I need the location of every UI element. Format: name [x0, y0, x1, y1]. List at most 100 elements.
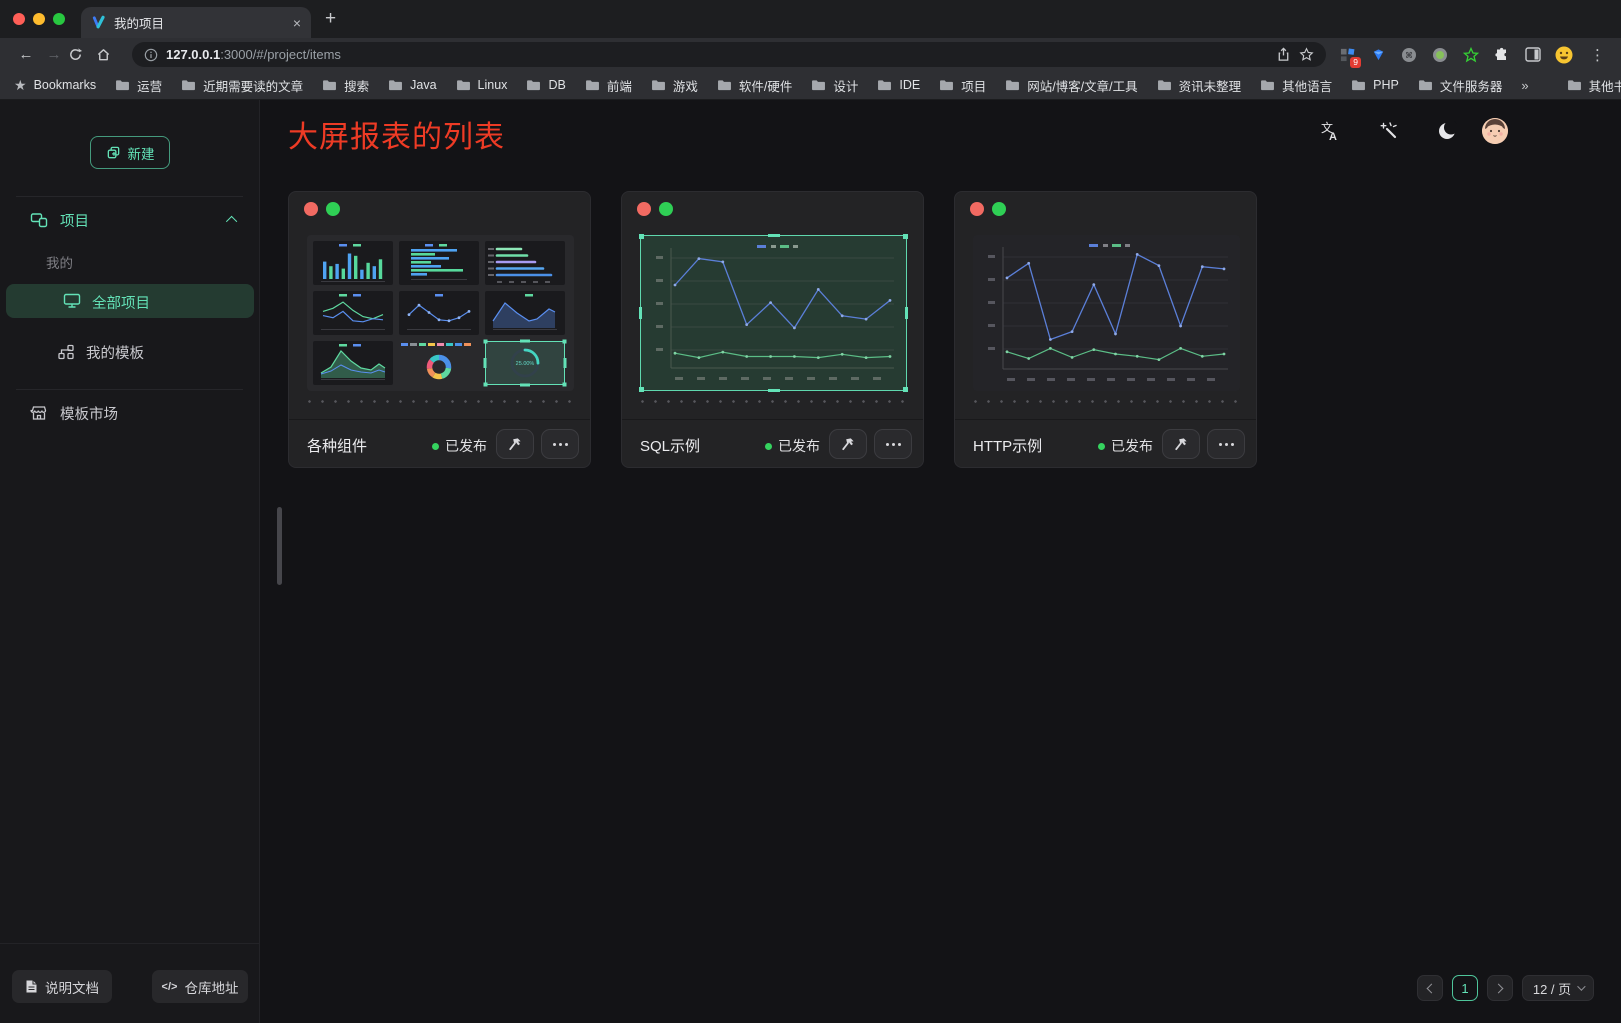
- new-tab-button[interactable]: +: [325, 8, 336, 30]
- user-avatar[interactable]: [1482, 118, 1508, 144]
- extension-star-icon[interactable]: [1462, 46, 1480, 64]
- selection-handle[interactable]: [639, 234, 644, 239]
- project-thumbnail-sql[interactable]: [640, 235, 907, 391]
- next-page-button[interactable]: [1487, 975, 1513, 1001]
- bookmark-folder-frontend[interactable]: 前端: [585, 76, 632, 95]
- bookmark-folder-design[interactable]: 设计: [811, 76, 858, 95]
- bookmark-folder-projects[interactable]: 项目: [939, 76, 986, 95]
- project-card-http[interactable]: HTTP示例 已发布: [954, 191, 1257, 468]
- ellipsis-icon: [886, 443, 901, 446]
- selection-handle[interactable]: [768, 389, 780, 392]
- sidebar-group-project[interactable]: 项目: [0, 204, 259, 236]
- edit-project-button[interactable]: [829, 429, 867, 459]
- other-bookmarks[interactable]: 其他书签: [1567, 76, 1621, 95]
- home-button[interactable]: [96, 47, 124, 62]
- selection-handle[interactable]: [905, 307, 908, 319]
- browser-tab[interactable]: 我的项目 ×: [81, 7, 311, 38]
- more-options-button[interactable]: [541, 429, 579, 459]
- sidebar-item-my-templates[interactable]: 我的模板: [0, 336, 259, 368]
- selection-handle[interactable]: [903, 387, 908, 392]
- new-project-button[interactable]: 新建: [90, 136, 170, 169]
- svg-text:⌘: ⌘: [1405, 51, 1413, 60]
- language-toggle-icon[interactable]: 文A: [1318, 120, 1340, 142]
- bookmark-folder-news[interactable]: 资讯未整理: [1157, 76, 1242, 95]
- more-options-button[interactable]: [874, 429, 912, 459]
- project-thumbnail-http[interactable]: [973, 235, 1240, 391]
- project-screens-icon: [30, 212, 48, 228]
- forward-button[interactable]: →: [40, 46, 68, 63]
- bookmark-folder-php[interactable]: PHP: [1351, 78, 1399, 92]
- share-icon[interactable]: [1276, 47, 1291, 62]
- card-red-dot: [304, 202, 318, 216]
- side-panel-icon[interactable]: [1524, 46, 1542, 64]
- site-info-icon[interactable]: [144, 48, 158, 62]
- browser-menu-icon[interactable]: ⋮: [1590, 46, 1605, 64]
- status-badge: 已发布: [432, 436, 487, 456]
- url-text: 127.0.0.1:3000/#/project/items: [166, 47, 341, 62]
- bookmark-folder-search[interactable]: 搜索: [322, 76, 369, 95]
- dark-mode-moon-icon[interactable]: [1436, 120, 1458, 142]
- main-content: 大屏报表的列表 文A: [261, 100, 1621, 1023]
- bookmark-folder-ide[interactable]: IDE: [877, 78, 920, 92]
- extension-record-icon[interactable]: [1431, 46, 1449, 64]
- back-button[interactable]: ←: [12, 46, 40, 63]
- window-maximize-button[interactable]: [53, 13, 65, 25]
- status-badge: 已发布: [765, 436, 820, 456]
- project-card-various[interactable]: 25.00% 各种组件 已发布: [288, 191, 591, 468]
- project-thumbnail-various[interactable]: 25.00%: [307, 235, 574, 391]
- edit-project-button[interactable]: [496, 429, 534, 459]
- bookmark-folder-yunying[interactable]: 运营: [115, 76, 162, 95]
- sidebar-item-template-market[interactable]: 模板市场: [0, 397, 259, 429]
- bookmark-star-icon[interactable]: [1299, 47, 1314, 62]
- window-minimize-button[interactable]: [33, 13, 45, 25]
- extension-command-icon[interactable]: ⌘: [1400, 46, 1418, 64]
- bookmark-folder-languages[interactable]: 其他语言: [1260, 76, 1332, 95]
- docs-button[interactable]: 说明文档: [12, 970, 112, 1003]
- tab-strip: 我的项目 × +: [0, 0, 1621, 38]
- extensions-puzzle-icon[interactable]: [1493, 46, 1511, 64]
- sidebar-item-all-projects[interactable]: 全部项目: [6, 284, 254, 318]
- tab-close-icon[interactable]: ×: [293, 16, 301, 30]
- bookmarks-overflow-icon[interactable]: »: [1521, 78, 1528, 93]
- chevron-right-icon: [1494, 983, 1504, 993]
- extension-gem-icon[interactable]: [1369, 46, 1387, 64]
- bookmarks-manager[interactable]: ★ Bookmarks: [14, 77, 96, 94]
- bookmark-folder-games[interactable]: 游戏: [651, 76, 698, 95]
- selection-handle[interactable]: [903, 234, 908, 239]
- address-bar[interactable]: 127.0.0.1:3000/#/project/items: [132, 42, 1326, 67]
- chevron-up-icon[interactable]: [226, 216, 237, 227]
- card-footer: HTTP示例 已发布: [955, 419, 1256, 467]
- project-name: SQL示例: [640, 435, 700, 456]
- bookmark-folder-hardware[interactable]: 软件/硬件: [717, 76, 792, 95]
- sidebar-divider: [16, 389, 243, 390]
- bookmark-folder-db[interactable]: DB: [526, 78, 565, 92]
- repo-button[interactable]: </> 仓库地址: [152, 970, 248, 1003]
- bookmarks-star-icon: ★: [14, 77, 27, 94]
- bookmark-folder-java[interactable]: Java: [388, 78, 436, 92]
- edit-project-button[interactable]: [1162, 429, 1200, 459]
- profile-avatar-icon[interactable]: [1555, 46, 1573, 64]
- selection-handle[interactable]: [768, 234, 780, 237]
- project-card-sql[interactable]: SQL示例 已发布: [621, 191, 924, 468]
- ellipsis-icon: [553, 443, 568, 446]
- bookmark-folder-websites[interactable]: 网站/博客/文章/工具: [1005, 76, 1137, 95]
- sidebar: 新建 项目 我的 全部项目 我的模板: [0, 100, 260, 1023]
- current-page-button[interactable]: 1: [1452, 975, 1478, 1001]
- reload-button[interactable]: [68, 47, 96, 62]
- ellipsis-icon: [1219, 443, 1234, 446]
- chevron-down-icon: [1577, 982, 1585, 990]
- prev-page-button[interactable]: [1417, 975, 1443, 1001]
- window-close-button[interactable]: [13, 13, 25, 25]
- selection-handle[interactable]: [639, 387, 644, 392]
- new-copy-icon: [106, 145, 121, 160]
- page-size-select[interactable]: 12 / 页: [1522, 975, 1594, 1001]
- bookmark-folder-articles[interactable]: 近期需要读的文章: [181, 76, 303, 95]
- scrollbar-thumb[interactable]: [277, 507, 282, 585]
- more-options-button[interactable]: [1207, 429, 1245, 459]
- selection-handle[interactable]: [639, 307, 642, 319]
- extension-grid-icon[interactable]: 9: [1338, 46, 1356, 64]
- extensions-row: 9 ⌘ ⋮: [1334, 46, 1609, 64]
- magic-wand-icon[interactable]: [1378, 120, 1400, 142]
- bookmark-folder-linux[interactable]: Linux: [456, 78, 508, 92]
- bookmark-folder-fileserver[interactable]: 文件服务器: [1418, 76, 1503, 95]
